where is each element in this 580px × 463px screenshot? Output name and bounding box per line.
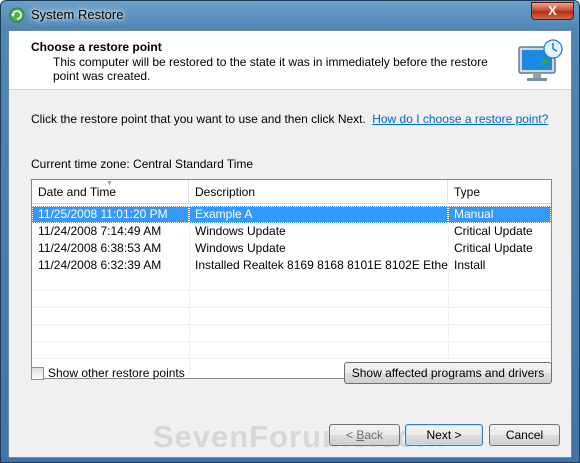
empty-row <box>32 342 551 359</box>
page-subtitle: This computer will be restored to the st… <box>53 55 488 83</box>
instruction-label: Click the restore point that you want to… <box>31 112 366 126</box>
row-description: Example A <box>189 206 448 223</box>
back-button-rest: ack <box>364 428 384 442</box>
system-restore-app-icon <box>9 7 25 23</box>
timezone-label: Current time zone: Central Standard Time <box>31 157 254 171</box>
column-header-description-label: Description <box>195 185 256 199</box>
restore-point-list[interactable]: ▼ Date and Time Description Type 11/25/2… <box>31 179 552 379</box>
system-restore-window: System Restore X Choose a restore point … <box>0 0 580 463</box>
row-date: 11/24/2008 7:14:49 AM <box>38 224 162 238</box>
back-button[interactable]: < Back <box>329 424 400 446</box>
dialog-header: Choose a restore point This computer wil… <box>9 31 571 90</box>
table-row[interactable]: 11/25/2008 11:01:20 PM Example A Manual <box>32 206 551 223</box>
row-type: Install <box>454 258 486 272</box>
table-row[interactable]: 11/24/2008 6:38:53 AM Windows Update Cri… <box>32 240 551 257</box>
row-type: Manual <box>448 206 551 223</box>
row-date: 11/25/2008 11:01:20 PM <box>32 206 189 223</box>
list-header: ▼ Date and Time Description Type <box>32 180 551 204</box>
show-other-restore-points[interactable]: Show other restore points <box>31 365 185 381</box>
table-row[interactable]: 11/24/2008 6:32:39 AM Installed Realtek … <box>32 257 551 274</box>
close-button[interactable]: X <box>531 2 574 20</box>
empty-row <box>32 308 551 325</box>
row-date: 11/24/2008 6:38:53 AM <box>38 241 162 255</box>
table-row[interactable]: 11/24/2008 7:14:49 AM Windows Update Cri… <box>32 223 551 240</box>
column-header-type-label: Type <box>454 185 481 199</box>
help-link[interactable]: How do I choose a restore point? <box>372 112 548 126</box>
back-button-prefix: < <box>345 428 357 442</box>
row-type: Critical Update <box>454 241 533 255</box>
row-date: 11/24/2008 6:32:39 AM <box>38 258 162 272</box>
row-description: Windows Update <box>195 224 286 238</box>
next-button[interactable]: Next > <box>405 424 483 446</box>
column-header-type[interactable]: Type <box>448 180 551 204</box>
column-header-date-label: Date and Time <box>38 185 117 199</box>
page-title: Choose a restore point <box>31 40 162 54</box>
title-bar[interactable]: System Restore X <box>1 1 579 29</box>
show-affected-programs-button[interactable]: Show affected programs and drivers <box>344 362 552 384</box>
show-other-checkbox[interactable] <box>31 366 44 380</box>
empty-row <box>32 274 551 291</box>
close-icon: X <box>548 3 557 18</box>
cancel-button[interactable]: Cancel <box>489 424 560 446</box>
row-type: Critical Update <box>454 224 533 238</box>
empty-row <box>32 291 551 308</box>
dialog-client-area: Choose a restore point This computer wil… <box>8 30 572 458</box>
show-other-label: Show other restore points <box>48 366 185 380</box>
instruction-text: Click the restore point that you want to… <box>31 112 548 126</box>
column-header-date[interactable]: ▼ Date and Time <box>32 180 189 204</box>
system-restore-monitor-icon <box>518 39 563 81</box>
empty-row <box>32 325 551 342</box>
sort-arrow-icon: ▼ <box>106 180 113 187</box>
row-description: Windows Update <box>195 241 286 255</box>
window-title: System Restore <box>31 7 124 22</box>
column-header-description[interactable]: Description <box>189 180 448 204</box>
row-description: Installed Realtek 8169 8168 8101E 8102E … <box>195 258 448 272</box>
